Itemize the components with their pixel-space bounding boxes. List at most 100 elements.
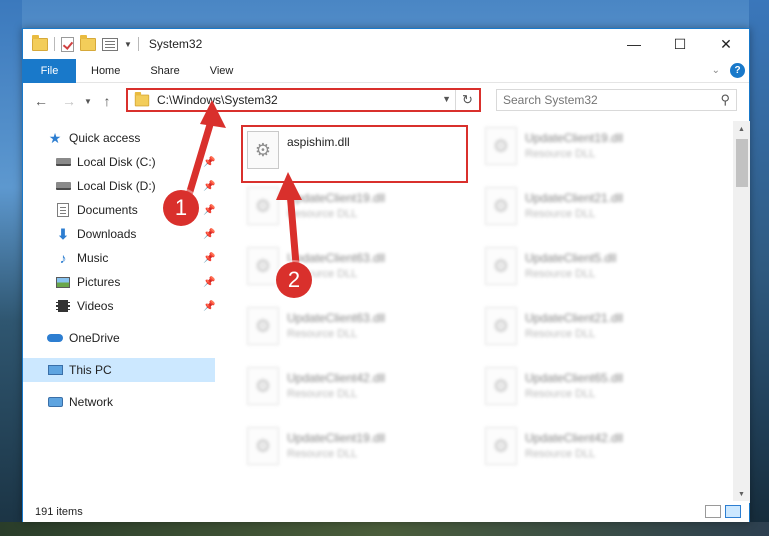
close-button[interactable]: ✕ (703, 29, 749, 59)
recent-locations-chevron-icon[interactable]: ▼ (81, 97, 95, 106)
folder-icon (32, 34, 48, 51)
pin-icon[interactable]: 📌 (203, 205, 215, 216)
file-type: Resource DLL (287, 208, 358, 220)
disk-icon (55, 179, 71, 193)
sidebar-item-label: Music (77, 251, 109, 265)
forward-arrow-icon[interactable]: → (59, 93, 79, 109)
file-explorer-window: ▼ System32 — ☐ ✕ File Home Share View ⌄ … (22, 28, 750, 522)
network-icon (47, 395, 63, 409)
step-2-badge: 2 (276, 262, 312, 298)
sidebar-item-label: Documents (77, 203, 138, 217)
dll-file-icon: ⚙ (247, 187, 279, 225)
file-item[interactable]: ⚙ UpdateClient19.dll Resource DLL (481, 123, 709, 171)
file-item[interactable]: ⚙ UpdateClient21.dll Resource DLL (481, 303, 709, 351)
pin-icon[interactable]: 📌 (203, 157, 215, 168)
pin-icon[interactable]: 📌 (203, 181, 215, 192)
music-icon: ♪ (59, 250, 67, 266)
file-name: UpdateClient65.dll (525, 371, 624, 385)
address-history-chevron-icon[interactable]: ▼ (442, 94, 451, 104)
sidebar-item-label: Quick access (69, 131, 141, 145)
scroll-up-icon[interactable]: ▲ (733, 121, 750, 138)
tab-share[interactable]: Share (135, 59, 194, 83)
dll-file-icon: ⚙ (247, 307, 279, 345)
pin-icon[interactable]: 📌 (203, 277, 215, 288)
navigation-row: ← → ▼ ↑ C:\Windows\System32 ▼ ↻ ⚲ (23, 84, 749, 118)
customize-toolbar-icon[interactable] (102, 37, 118, 51)
file-item[interactable]: ⚙ UpdateClient65.dll Resource DLL (481, 363, 709, 411)
up-arrow-icon[interactable]: ↑ (97, 93, 117, 109)
file-name: UpdateClient5.dll (525, 251, 617, 265)
minimize-button[interactable]: — (611, 29, 657, 59)
file-item[interactable]: ⚙ UpdateClient5.dll Resource DLL (481, 243, 709, 291)
file-type: Resource DLL (525, 208, 596, 220)
file-name: UpdateClient19.dll (287, 431, 386, 445)
this-pc-icon (47, 363, 63, 377)
folder-icon (134, 91, 150, 106)
pin-icon[interactable]: 📌 (203, 253, 215, 264)
dll-file-icon: ⚙ (485, 367, 517, 405)
file-type: Resource DLL (287, 388, 358, 400)
desktop-background-left (0, 0, 22, 536)
sidebar-item-music[interactable]: ♪ Music 📌 (23, 246, 216, 270)
file-item[interactable]: ⚙ UpdateClient21.dll Resource DLL (481, 183, 709, 231)
scrollbar-thumb[interactable] (736, 139, 748, 187)
file-item[interactable]: ⚙ UpdateClient19.dll Resource DLL (243, 183, 471, 231)
search-box[interactable]: ⚲ (496, 89, 737, 111)
documents-icon (55, 203, 71, 217)
dll-file-icon: ⚙ (485, 187, 517, 225)
file-item[interactable]: ⚙ UpdateClient42.dll Resource DLL (243, 363, 471, 411)
view-toggle-buttons (705, 505, 741, 518)
dll-file-icon: ⚙ (247, 247, 279, 285)
pin-icon[interactable]: 📌 (203, 229, 215, 240)
title-bar: ▼ System32 — ☐ ✕ (23, 29, 749, 59)
star-icon: ★ (48, 129, 62, 146)
toolbar-dropdown-icon[interactable]: ▼ (124, 40, 132, 49)
address-path[interactable]: C:\Windows\System32 (157, 93, 278, 107)
search-icon[interactable]: ⚲ (720, 92, 730, 108)
tab-file[interactable]: File (23, 58, 76, 83)
sidebar-item-pictures[interactable]: Pictures 📌 (23, 270, 215, 294)
file-item[interactable]: ⚙ UpdateClient42.dll Resource DLL (481, 423, 709, 471)
refresh-icon[interactable]: ↻ (455, 90, 479, 110)
item-count: 191 items (35, 505, 83, 518)
sidebar-item-this-pc[interactable]: This PC (23, 358, 215, 382)
properties-check-icon[interactable] (61, 36, 74, 52)
ribbon-right-controls: ⌄ ? (712, 63, 745, 78)
file-item[interactable]: ⚙ UpdateClient19.dll Resource DLL (243, 423, 471, 471)
maximize-button[interactable]: ☐ (657, 29, 703, 59)
sidebar-item-label: OneDrive (69, 331, 120, 345)
back-arrow-icon[interactable]: ← (31, 93, 51, 109)
sidebar-item-downloads[interactable]: ⬇ Downloads 📌 (23, 222, 215, 246)
file-type: Resource DLL (525, 388, 596, 400)
step-1-badge: 1 (163, 190, 199, 226)
search-input[interactable] (503, 93, 703, 107)
large-icons-view-icon[interactable] (725, 505, 741, 518)
file-name: UpdateClient42.dll (287, 371, 386, 385)
tab-home[interactable]: Home (76, 59, 135, 83)
details-view-icon[interactable] (705, 505, 721, 518)
tab-view[interactable]: View (195, 59, 249, 83)
sidebar-item-network[interactable]: Network (23, 390, 215, 414)
toolbar-separator (137, 37, 139, 51)
file-item[interactable]: ⚙ UpdateClient63.dll Resource DLL (243, 303, 471, 351)
help-icon[interactable]: ? (730, 63, 745, 78)
sidebar-item-quick-access[interactable]: ★ Quick access (23, 126, 215, 150)
address-bar[interactable]: C:\Windows\System32 ▼ ↻ (126, 88, 481, 112)
sidebar-item-label: Pictures (77, 275, 121, 289)
pictures-icon (55, 275, 71, 289)
file-name: UpdateClient19.dll (287, 191, 386, 205)
file-type: Resource DLL (287, 328, 358, 340)
sidebar-item-local-disk-c[interactable]: Local Disk (C:) 📌 (23, 150, 215, 174)
dll-file-icon: ⚙ (485, 427, 517, 465)
sidebar-item-videos[interactable]: Videos 📌 (23, 294, 215, 318)
vertical-scrollbar[interactable]: ▲ ▼ (733, 121, 750, 503)
file-type: Resource DLL (525, 448, 596, 460)
window-title: System32 (148, 37, 203, 51)
sidebar-item-label: Local Disk (D:) (77, 179, 156, 193)
highlight-box (241, 125, 468, 183)
downloads-icon: ⬇ (57, 225, 69, 242)
sidebar-item-onedrive[interactable]: OneDrive (23, 326, 215, 350)
pin-icon[interactable]: 📌 (203, 301, 215, 312)
new-folder-icon[interactable] (80, 34, 96, 51)
expand-ribbon-icon[interactable]: ⌄ (712, 65, 720, 76)
